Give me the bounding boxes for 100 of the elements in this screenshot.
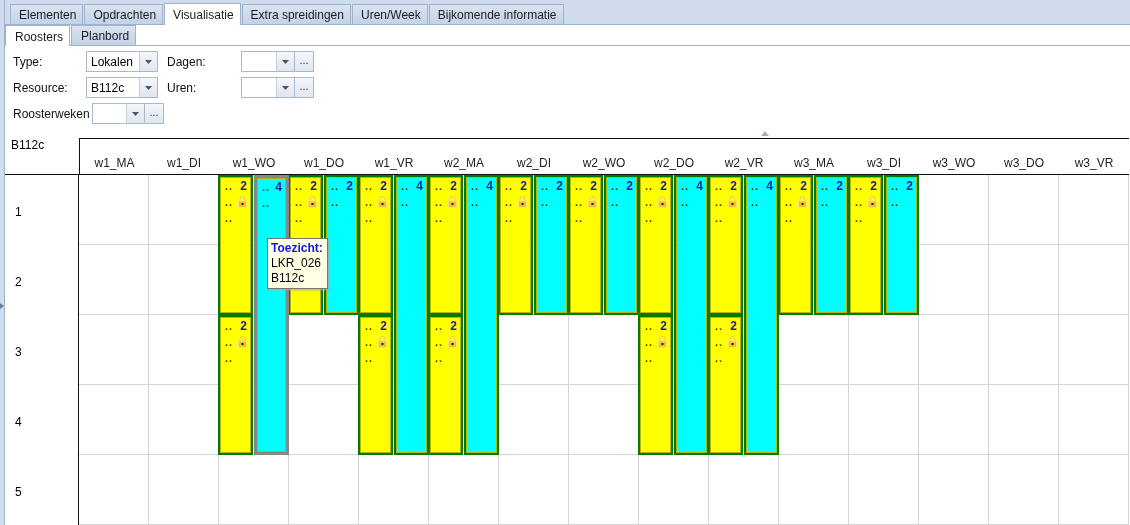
lesson-text: .. (401, 179, 410, 194)
lesson-count: 2 (660, 318, 667, 334)
lesson-text: .. (295, 211, 304, 226)
lesson-text: .. (365, 179, 374, 194)
lesson-text: .. (435, 211, 444, 226)
lesson-text: .. (785, 179, 794, 194)
lesson-text: .. (541, 195, 550, 210)
column-header: w3_MA (794, 156, 834, 170)
lesson-text: .. (855, 211, 864, 226)
lesson-count: 2 (346, 178, 353, 194)
lesson-text: .. (575, 211, 584, 226)
lesson-text: .. (505, 195, 514, 210)
lesson-text: .. (225, 319, 234, 334)
lesson-text: .. (435, 179, 444, 194)
lesson-text: .. (225, 179, 234, 194)
lesson-text: .. (611, 195, 620, 210)
lesson-count: 2 (800, 178, 807, 194)
lesson-count: 2 (240, 318, 247, 334)
column-header: w2_MA (444, 156, 484, 170)
lesson-count: 2 (520, 178, 527, 194)
column-header: w3_VR (1074, 156, 1114, 170)
lesson-text: .. (262, 180, 271, 195)
lesson-text: .. (645, 351, 654, 366)
lesson-text: .. (435, 195, 444, 210)
lesson-text: .. (715, 195, 724, 210)
lesson-count: 2 (626, 178, 633, 194)
column-header: w1_VR (374, 156, 414, 170)
lesson-text: .. (401, 195, 410, 210)
lesson-text: .. (891, 179, 900, 194)
lesson-text: .. (715, 211, 724, 226)
row-header: 1 (15, 205, 22, 219)
row-header: 4 (15, 415, 22, 429)
lesson-count: 2 (450, 318, 457, 334)
lesson-text: .. (891, 195, 900, 210)
lesson-text: .. (225, 195, 234, 210)
lesson-text: .. (435, 335, 444, 350)
lesson-text: .. (471, 179, 480, 194)
row-header: 2 (15, 275, 22, 289)
tooltip: Toezicht: LKR_026 B112c (267, 238, 328, 289)
lesson-text: .. (715, 319, 724, 334)
lesson-count: 2 (730, 178, 737, 194)
field-label: Dagen: (167, 54, 207, 69)
lesson-count: 4 (766, 178, 773, 194)
lesson-count: 2 (590, 178, 597, 194)
lesson-count: 2 (870, 178, 877, 194)
lesson-count: 2 (906, 178, 913, 194)
lesson-count: 2 (556, 178, 563, 194)
lesson-text: .. (681, 179, 690, 194)
resource-label: B112c (10, 137, 45, 152)
lesson-text: .. (751, 179, 760, 194)
lesson-count: 4 (486, 178, 493, 194)
lesson-text: .. (855, 195, 864, 210)
lesson-text: .. (435, 351, 444, 366)
column-header: w2_VR (724, 156, 764, 170)
lesson-text: .. (681, 195, 690, 210)
row-header: 3 (15, 345, 22, 359)
lesson-text: .. (541, 179, 550, 194)
lesson-text: .. (225, 211, 234, 226)
lesson-count: 2 (310, 178, 317, 194)
column-header: w3_DO (1004, 156, 1044, 170)
lesson-count: 2 (836, 178, 843, 194)
column-header: w2_DI (517, 156, 551, 170)
lesson-count: 4 (416, 178, 423, 194)
lesson-text: .. (645, 195, 654, 210)
lesson-text: .. (365, 211, 374, 226)
lesson-count: 4 (696, 178, 703, 194)
lesson-text: .. (611, 179, 620, 194)
lesson-text: .. (575, 195, 584, 210)
lesson-count: 2 (730, 318, 737, 334)
lesson-text: .. (715, 179, 724, 194)
lesson-text: .. (295, 195, 304, 210)
lesson-count: 2 (240, 178, 247, 194)
lesson-text: .. (785, 211, 794, 226)
lesson-text: .. (365, 319, 374, 334)
lesson-text: .. (645, 335, 654, 350)
lesson-text: .. (715, 351, 724, 366)
column-header: w3_DI (867, 156, 901, 170)
column-header: w1_WO (232, 156, 276, 170)
lesson-count: 2 (450, 178, 457, 194)
field-label: Resource: (13, 80, 69, 95)
lesson-text: .. (365, 195, 374, 210)
field-label: Roosterweken (13, 106, 91, 121)
column-header: w1_DI (167, 156, 201, 170)
lesson-text: .. (715, 335, 724, 350)
column-header: w2_DO (654, 156, 694, 170)
lesson-count: 2 (660, 178, 667, 194)
lesson-text: .. (331, 195, 340, 210)
lesson-text: .. (262, 196, 271, 211)
lesson-text: .. (331, 179, 340, 194)
lesson-text: .. (751, 195, 760, 210)
row-header: 5 (15, 485, 22, 499)
lesson-text: .. (505, 211, 514, 226)
lesson-text: .. (645, 211, 654, 226)
lesson-text: .. (471, 195, 480, 210)
lesson-text: .. (645, 179, 654, 194)
lesson-text: .. (821, 179, 830, 194)
column-header: w1_DO (304, 156, 344, 170)
field-label: Type: (13, 54, 44, 69)
lesson-count: 4 (275, 179, 282, 195)
lesson-text: .. (855, 179, 864, 194)
